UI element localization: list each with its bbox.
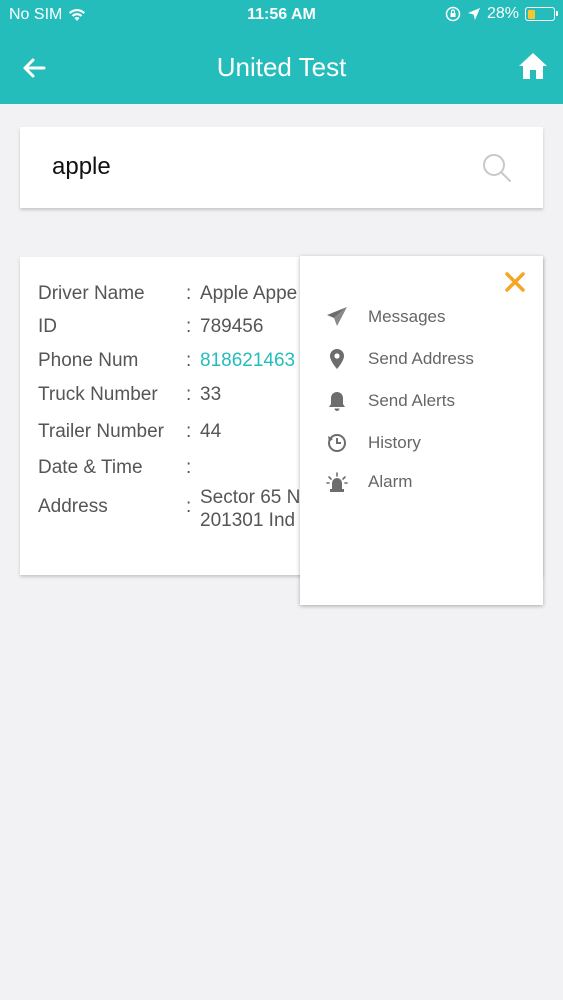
row-label: Date & Time <box>38 457 143 478</box>
row-value: 789456 <box>200 316 264 337</box>
row-separator: : <box>186 496 192 517</box>
row-separator: : <box>186 384 192 405</box>
battery-icon <box>525 7 558 21</box>
bell-icon <box>326 390 348 412</box>
battery-percent: 28% <box>486 5 519 22</box>
phone-link[interactable]: 818621463 <box>200 350 295 372</box>
row-separator: : <box>186 316 192 337</box>
search-button[interactable] <box>481 152 513 184</box>
menu-item-label: History <box>368 433 421 452</box>
app-header: No SIM 11:56 AM 28% United Test <box>0 0 563 104</box>
row-value: Apple Appe <box>200 283 298 304</box>
search-box <box>20 127 543 208</box>
home-icon <box>519 53 547 79</box>
row-label: Driver Name <box>38 283 145 304</box>
menu-item-messages[interactable]: Messages <box>326 302 445 332</box>
home-button[interactable] <box>517 50 549 82</box>
row-value: 201301 Ind <box>200 510 296 531</box>
status-bar: No SIM 11:56 AM 28% <box>0 0 563 30</box>
menu-item-label: Messages <box>368 307 446 326</box>
row-label: ID <box>38 316 57 337</box>
close-button[interactable] <box>503 270 527 294</box>
menu-item-label: Send Alerts <box>368 391 455 410</box>
row-separator: : <box>186 457 192 478</box>
paper-plane-icon <box>326 306 348 328</box>
status-right: 28% <box>445 5 558 23</box>
action-menu: Messages Send Address Send Alerts Histor… <box>300 256 543 605</box>
menu-item-send-alerts[interactable]: Send Alerts <box>326 386 455 416</box>
location-arrow-icon <box>467 8 480 20</box>
orientation-lock-icon <box>445 6 461 22</box>
battery-fill <box>527 9 535 19</box>
menu-item-label: Send Address <box>368 349 474 368</box>
menu-item-send-address[interactable]: Send Address <box>326 344 474 374</box>
row-separator: : <box>186 421 192 442</box>
row-separator: : <box>186 283 192 304</box>
location-pin-icon <box>326 348 348 370</box>
row-value: Sector 65 N <box>200 487 301 508</box>
row-label: Trailer Number <box>38 421 164 442</box>
nav-bar: United Test <box>0 30 563 104</box>
row-value: 44 <box>200 421 222 442</box>
close-icon <box>505 272 525 292</box>
row-label: Truck Number <box>38 384 158 405</box>
search-icon <box>483 154 511 182</box>
menu-item-label: Alarm <box>368 472 413 491</box>
menu-item-alarm[interactable]: Alarm <box>326 467 412 497</box>
alarm-light-icon <box>326 471 348 493</box>
row-separator: : <box>186 350 192 371</box>
clock-history-icon <box>326 432 348 454</box>
search-input[interactable] <box>52 149 452 185</box>
row-label: Address <box>38 496 108 517</box>
row-value: 33 <box>200 384 222 405</box>
page-title: United Test <box>216 52 347 82</box>
menu-item-history[interactable]: History <box>326 428 421 458</box>
row-label: Phone Num <box>38 350 139 371</box>
